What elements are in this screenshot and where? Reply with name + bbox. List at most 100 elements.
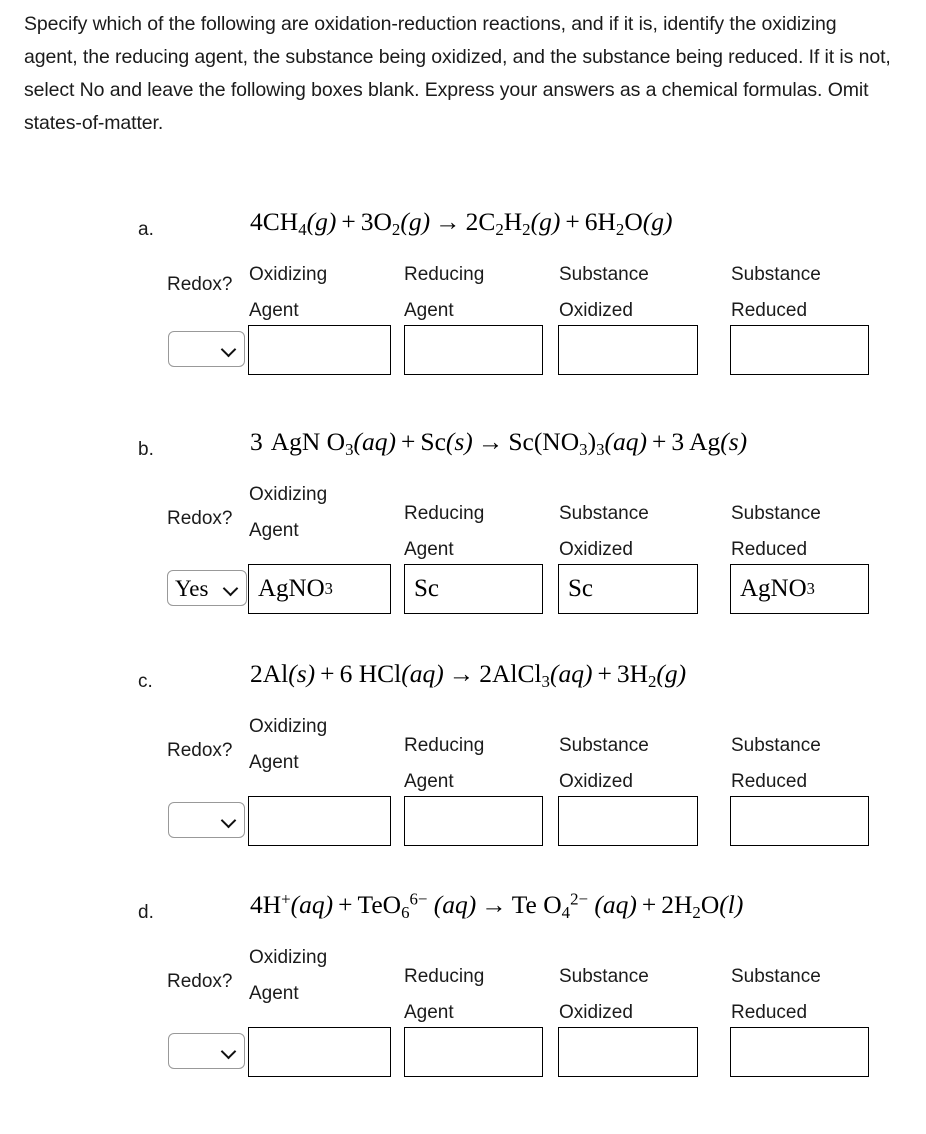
header-line-1: Oxidizing <box>249 264 328 285</box>
substance-reduced-input-b[interactable]: AgNO 3 <box>730 564 869 614</box>
redox-header-b: Redox? <box>167 508 233 529</box>
problem-label-d: d. <box>138 902 154 923</box>
header-line-2: Agent <box>404 539 454 560</box>
oxidizing-agent-input-b[interactable]: AgNO 3 <box>248 564 391 614</box>
equation-a: 4CH4(g) +3O2(g) → 2C2H2(g) +6H2O(g) <box>250 207 673 240</box>
chevron-down-icon <box>221 1044 236 1059</box>
equation-d: 4H+(aq) + TeO66− (aq) → Te O42− (aq) +2H2O(l) <box>250 889 744 923</box>
header-line-1: Substance <box>731 735 821 756</box>
reducing-agent-input-b[interactable]: Sc <box>404 564 543 614</box>
answer-row-a <box>0 325 926 383</box>
reducing-agent-header-a: Reducing Agent <box>404 257 564 329</box>
equation-line-d: d. 4H+(aq) + TeO66− (aq) → Te O42− (aq) +2H2O… <box>0 888 926 940</box>
chevron-down-icon <box>223 581 238 596</box>
oxidizing-agent-header-c: Oxidizing Agent <box>249 709 409 781</box>
substance-oxidized-input-b[interactable]: Sc <box>558 564 698 614</box>
substance-oxidized-input-a[interactable] <box>558 325 698 375</box>
question-prompt: Specify which of the following are oxida… <box>24 13 891 134</box>
answer-row-d <box>0 1027 926 1085</box>
substance-reduced-input-d[interactable] <box>730 1027 869 1077</box>
substance-reduced-header-d: Substance Reduced <box>731 959 891 1031</box>
substance-reduced-header-c: Substance Reduced <box>731 728 891 800</box>
substance-oxidized-input-d[interactable] <box>558 1027 698 1077</box>
header-line-1: Substance <box>731 264 821 285</box>
substance-oxidized-header-d: Substance Oxidized <box>559 959 719 1031</box>
redox-select-b[interactable]: Yes <box>167 570 247 606</box>
equation-c: 2Al(s) +6 HCl(aq) → 2AlCl3(aq) +3H2(g) <box>250 659 687 692</box>
substance-reduced-input-a[interactable] <box>730 325 869 375</box>
header-line-1: Substance <box>559 503 649 524</box>
answer-row-b: Yes AgNO 3 Sc Sc AgNO 3 <box>0 564 926 622</box>
redox-select-value-b: Yes <box>175 575 209 601</box>
column-headers-d: Redox? Oxidizing Agent Reducing Agent Su… <box>0 940 926 1023</box>
header-line-2: Agent <box>404 771 454 792</box>
header-line-1: Substance <box>731 503 821 524</box>
redox-select-a[interactable] <box>168 331 245 367</box>
problem-d: d. 4H+(aq) + TeO66− (aq) → Te O42− (aq) +2H2O… <box>0 888 926 1085</box>
header-line-2: Oxidized <box>559 1002 633 1023</box>
header-line-1: Substance <box>559 735 649 756</box>
header-line-2: Oxidized <box>559 539 633 560</box>
reducing-agent-input-c[interactable] <box>404 796 543 846</box>
answer-row-c <box>0 796 926 854</box>
substance-oxidized-input-c[interactable] <box>558 796 698 846</box>
column-headers-b: Redox? Oxidizing Agent Reducing Agent Su… <box>0 477 926 560</box>
reducing-agent-header-d: Reducing Agent <box>404 959 564 1031</box>
header-line-2: Reduced <box>731 771 808 792</box>
header-line-2: Reduced <box>731 539 808 560</box>
substance-oxidized-header-c: Substance Oxidized <box>559 728 719 800</box>
equation-line-c: c. 2Al(s) +6 HCl(aq) → 2AlCl3(aq) +3H2(g) <box>0 657 926 709</box>
chevron-down-icon <box>221 342 236 357</box>
problem-a: a. 4CH4(g) +3O2(g) → 2C2H2(g) +6H2O(g) Redox… <box>0 205 926 383</box>
header-line-2: Agent <box>249 983 299 1004</box>
header-line-1: Reducing <box>404 503 485 524</box>
substance-oxidized-header-a: Substance Oxidized <box>559 257 719 329</box>
header-line-2: Agent <box>249 520 299 541</box>
chevron-down-icon <box>221 813 236 828</box>
header-line-1: Reducing <box>404 966 485 987</box>
redox-select-c[interactable] <box>168 802 245 838</box>
redox-select-d[interactable] <box>168 1033 245 1069</box>
substance-oxidized-header-b: Substance Oxidized <box>559 496 719 568</box>
column-headers-c: Redox? Oxidizing Agent Reducing Agent Su… <box>0 709 926 792</box>
problem-label-c: c. <box>138 671 153 692</box>
header-line-2: Agent <box>249 752 299 773</box>
problem-label-a: a. <box>138 219 154 240</box>
problem-c: c. 2Al(s) +6 HCl(aq) → 2AlCl3(aq) +3H2(g) Re… <box>0 657 926 854</box>
header-line-2: Agent <box>404 300 454 321</box>
equation-line-b: b. 3 AgN O3(aq) + Sc(s) → Sc(NO3)3(aq) +3 Ag(… <box>0 425 926 477</box>
column-headers-a: Redox? Oxidizing Agent Reducing Agent Su… <box>0 257 926 325</box>
header-line-1: Oxidizing <box>249 484 328 505</box>
header-line-1: Substance <box>731 966 821 987</box>
reducing-agent-input-d[interactable] <box>404 1027 543 1077</box>
oxidizing-agent-header-a: Oxidizing Agent <box>249 257 409 329</box>
header-line-2: Oxidized <box>559 771 633 792</box>
oxidizing-agent-header-d: Oxidizing Agent <box>249 940 409 1012</box>
redox-header-d: Redox? <box>167 971 233 992</box>
header-line-2: Agent <box>404 1002 454 1023</box>
reducing-agent-input-a[interactable] <box>404 325 543 375</box>
header-line-2: Reduced <box>731 300 808 321</box>
header-line-1: Oxidizing <box>249 947 328 968</box>
header-line-2: Reduced <box>731 1002 808 1023</box>
equation-b: 3 AgN O3(aq) + Sc(s) → Sc(NO3)3(aq) +3 Ag(s) <box>250 427 748 460</box>
problem-label-b: b. <box>138 439 154 460</box>
reducing-agent-header-c: Reducing Agent <box>404 728 564 800</box>
header-line-1: Substance <box>559 264 649 285</box>
header-line-2: Oxidized <box>559 300 633 321</box>
problem-b: b. 3 AgN O3(aq) + Sc(s) → Sc(NO3)3(aq) +3 Ag(… <box>0 425 926 622</box>
oxidizing-agent-input-c[interactable] <box>248 796 391 846</box>
substance-reduced-header-a: Substance Reduced <box>731 257 891 329</box>
header-line-1: Reducing <box>404 735 485 756</box>
reducing-agent-header-b: Reducing Agent <box>404 496 564 568</box>
header-line-2: Agent <box>249 300 299 321</box>
header-line-1: Reducing <box>404 264 485 285</box>
oxidizing-agent-input-d[interactable] <box>248 1027 391 1077</box>
substance-reduced-input-c[interactable] <box>730 796 869 846</box>
header-line-1: Oxidizing <box>249 716 328 737</box>
redox-header-a: Redox? <box>167 274 233 295</box>
equation-line-a: a. 4CH4(g) +3O2(g) → 2C2H2(g) +6H2O(g) <box>0 205 926 257</box>
redox-header-c: Redox? <box>167 740 233 761</box>
oxidizing-agent-input-a[interactable] <box>248 325 391 375</box>
header-line-1: Substance <box>559 966 649 987</box>
